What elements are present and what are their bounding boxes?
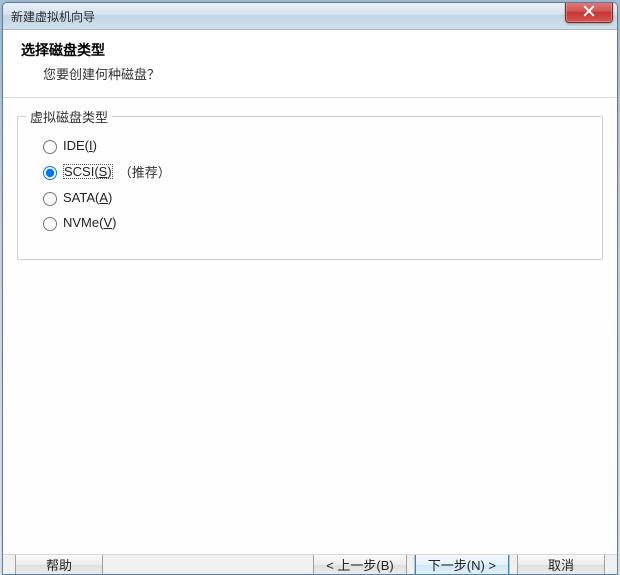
close-icon [583, 5, 595, 20]
help-button[interactable]: 帮助 [15, 554, 103, 574]
radio-scsi-label: SCSI(S) [63, 164, 113, 179]
next-button[interactable]: 下一步(N) > [415, 554, 509, 574]
window-title: 新建虚拟机向导 [11, 8, 95, 25]
header-subtitle: 您要创建何种磁盘？ [21, 64, 599, 83]
disk-type-group: 虚拟磁盘类型 IDE(I) SCSI(S) （推荐） SATA(A) NVMe [17, 116, 603, 260]
radio-ide-label: IDE(I) [63, 138, 97, 153]
header-title: 选择磁盘类型 [21, 40, 599, 60]
back-button[interactable]: < 上一步(B) [313, 554, 407, 574]
close-button[interactable] [565, 2, 613, 23]
radio-sata-label: SATA(A) [63, 190, 112, 205]
radio-nvme[interactable]: NVMe(V) [38, 214, 588, 231]
radio-scsi-hint: （推荐） [119, 162, 171, 181]
radio-scsi[interactable]: SCSI(S) （推荐） [38, 162, 588, 181]
group-legend: 虚拟磁盘类型 [26, 107, 112, 126]
dialog-body: 选择磁盘类型 您要创建何种磁盘？ 虚拟磁盘类型 IDE(I) SCSI(S) （… [3, 30, 617, 574]
wizard-header: 选择磁盘类型 您要创建何种磁盘？ [3, 30, 617, 98]
radio-ide-input[interactable] [43, 140, 57, 154]
radio-nvme-input[interactable] [43, 217, 57, 231]
wizard-window: 新建虚拟机向导 选择磁盘类型 您要创建何种磁盘？ 虚拟磁盘类型 IDE(I) S… [2, 2, 618, 575]
radio-sata-input[interactable] [43, 192, 57, 206]
cancel-button[interactable]: 取消 [517, 554, 605, 574]
content-area: 虚拟磁盘类型 IDE(I) SCSI(S) （推荐） SATA(A) NVMe [3, 98, 617, 554]
titlebar: 新建虚拟机向导 [3, 3, 617, 30]
radio-scsi-input[interactable] [43, 166, 57, 180]
radio-sata[interactable]: SATA(A) [38, 189, 588, 206]
radio-ide[interactable]: IDE(I) [38, 137, 588, 154]
button-bar: 帮助 < 上一步(B) 下一步(N) > 取消 [3, 554, 617, 574]
radio-nvme-label: NVMe(V) [63, 215, 116, 230]
